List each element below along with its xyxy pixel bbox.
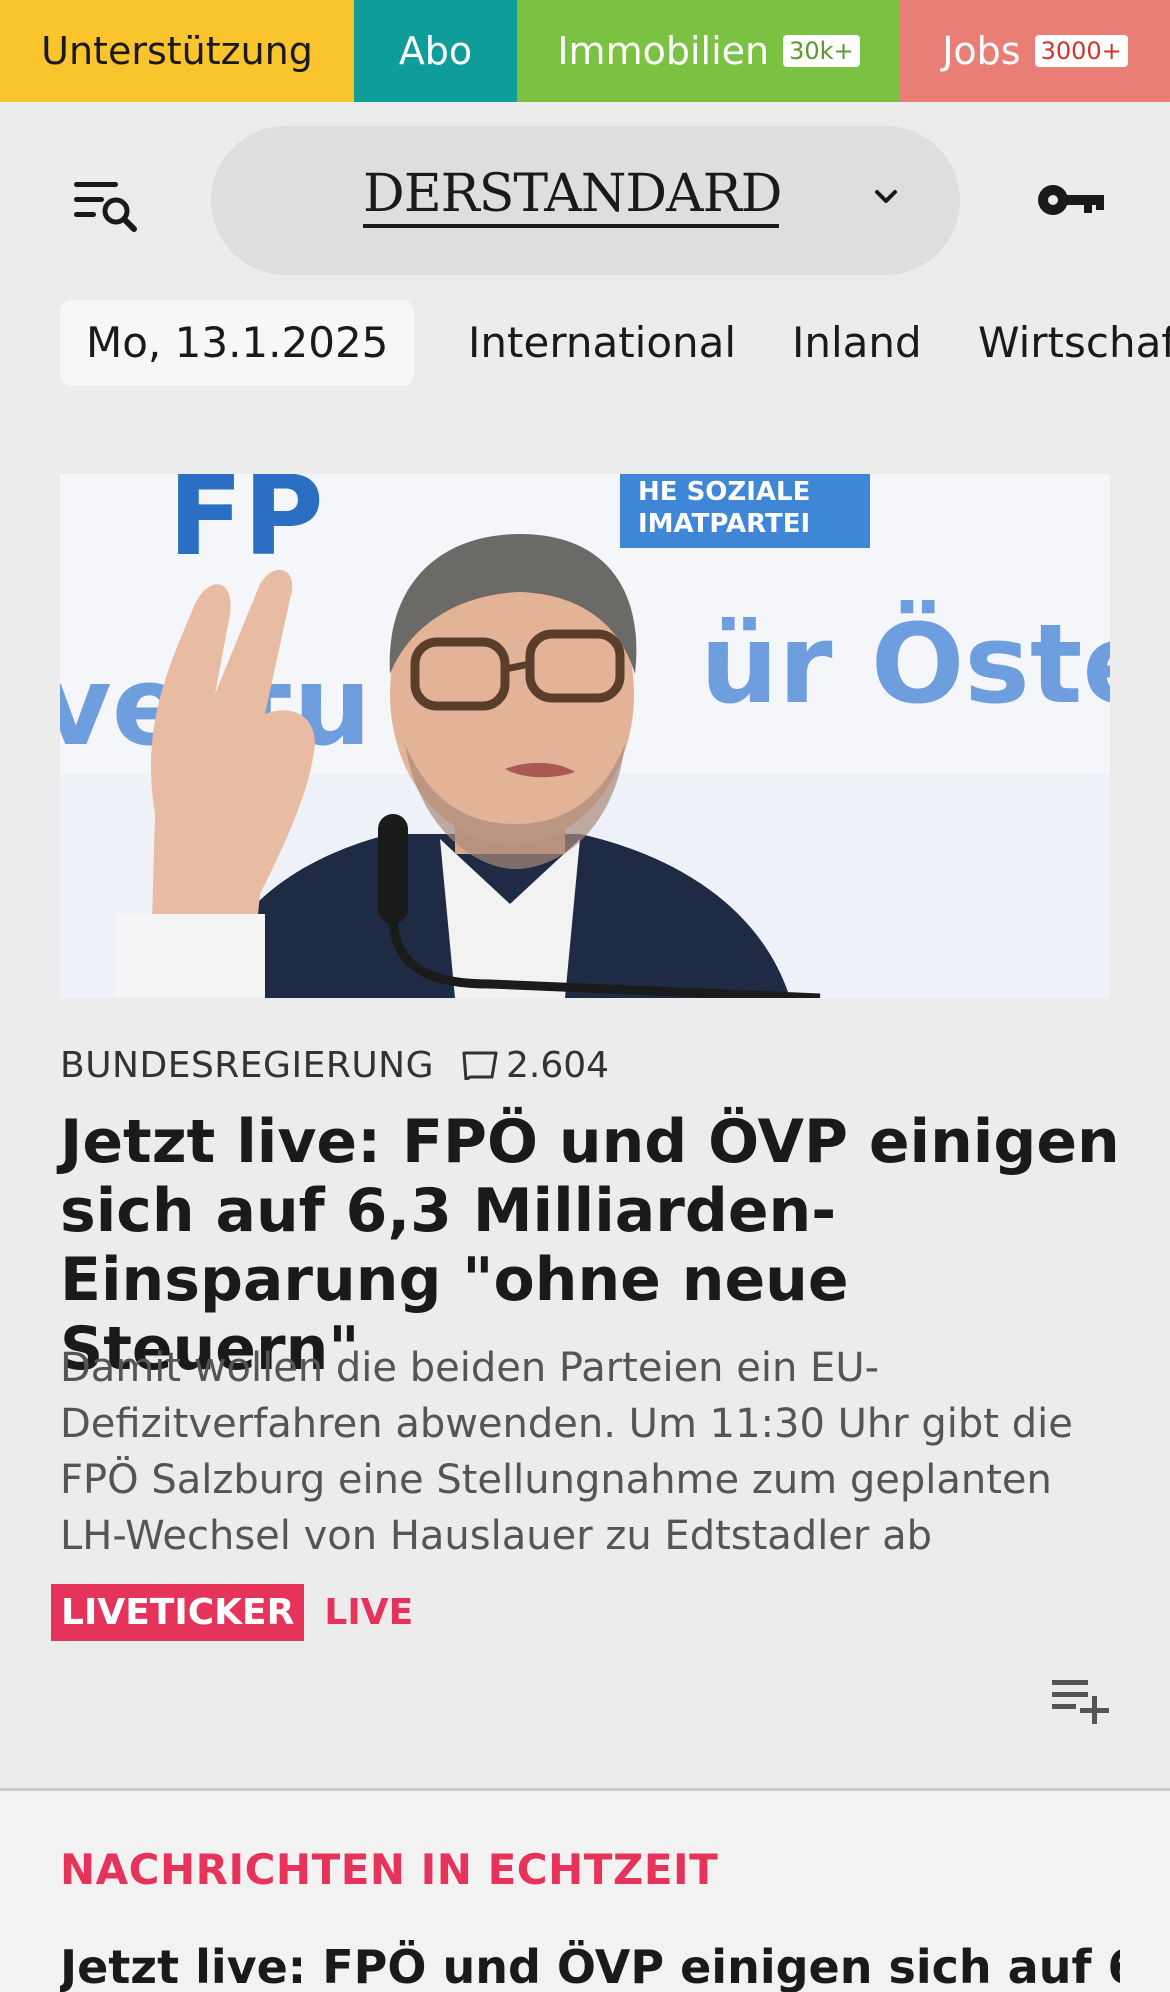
live-badge: LIVE (324, 1592, 414, 1633)
abo-link[interactable]: Abo (354, 0, 517, 102)
key-icon (1038, 185, 1104, 215)
abo-label: Abo (398, 29, 473, 73)
jobs-count-badge: 3000+ (1034, 35, 1128, 67)
realtime-section-title: NACHRICHTEN IN ECHTZEIT (60, 1845, 719, 1894)
support-label: Unterstützung (41, 29, 313, 73)
liveticker-badge: LIVETICKER (51, 1584, 305, 1641)
jobs-link[interactable]: Jobs 3000+ (900, 0, 1170, 102)
immobilien-link[interactable]: Immobilien 30k+ (517, 0, 900, 102)
comment-bubble-icon (462, 1051, 498, 1080)
nav-item-inland[interactable]: Inland (792, 300, 922, 386)
jobs-label: Jobs (942, 29, 1021, 73)
nav-item-international[interactable]: International (468, 300, 736, 386)
menu-search-icon (74, 182, 137, 232)
article-teaser: Damit wollen die beiden Parteien ein EU-… (60, 1345, 1073, 1559)
backdrop-text-fp: FP (168, 474, 324, 580)
article-category[interactable]: BUNDESREGIERUNG (60, 1045, 434, 1086)
chevron-down-icon (875, 190, 897, 203)
current-date: Mo, 13.1.2025 (60, 300, 415, 386)
add-to-reading-list-button[interactable] (1048, 1674, 1112, 1726)
article-tags: LIVETICKER LIVE (51, 1584, 413, 1641)
edition-switcher[interactable]: DERSTANDARD (211, 126, 960, 275)
backdrop-text-soziale: HE SOZIALE (638, 477, 810, 507)
service-bar: Unterstützung Abo Immobilien 30k+ Jobs 3… (0, 0, 1170, 102)
article-hero-image[interactable]: FP HE SOZIALE IMATPARTEI vertu ür Öste (60, 474, 1110, 998)
playlist-add-icon (1052, 1680, 1109, 1724)
comments-count: 2.604 (506, 1044, 610, 1086)
immobilien-label: Immobilien (557, 29, 770, 73)
realtime-first-headline[interactable]: Jetzt live: FPÖ und ÖVP einigen sich auf… (60, 1940, 1120, 1992)
article-meta: BUNDESREGIERUNG 2.604 (60, 1040, 609, 1090)
backdrop-text-heimatpartei: IMATPARTEI (638, 509, 810, 539)
support-link[interactable]: Unterstützung (0, 0, 354, 102)
nav-item-wirtschaft[interactable]: Wirtschaft (978, 300, 1170, 386)
immobilien-count-badge: 30k+ (783, 35, 860, 67)
comments-link[interactable]: 2.604 (460, 1045, 609, 1086)
press-conference-photo: FP HE SOZIALE IMATPARTEI vertu ür Öste (60, 474, 1110, 998)
backdrop-text-right: ür Öste (700, 599, 1110, 728)
login-button[interactable] (1036, 178, 1106, 222)
menu-search-button[interactable] (72, 176, 140, 240)
brand-logo: DERSTANDARD (363, 166, 782, 228)
section-nav: Mo, 13.1.2025 International Inland Wirts… (0, 300, 1170, 388)
